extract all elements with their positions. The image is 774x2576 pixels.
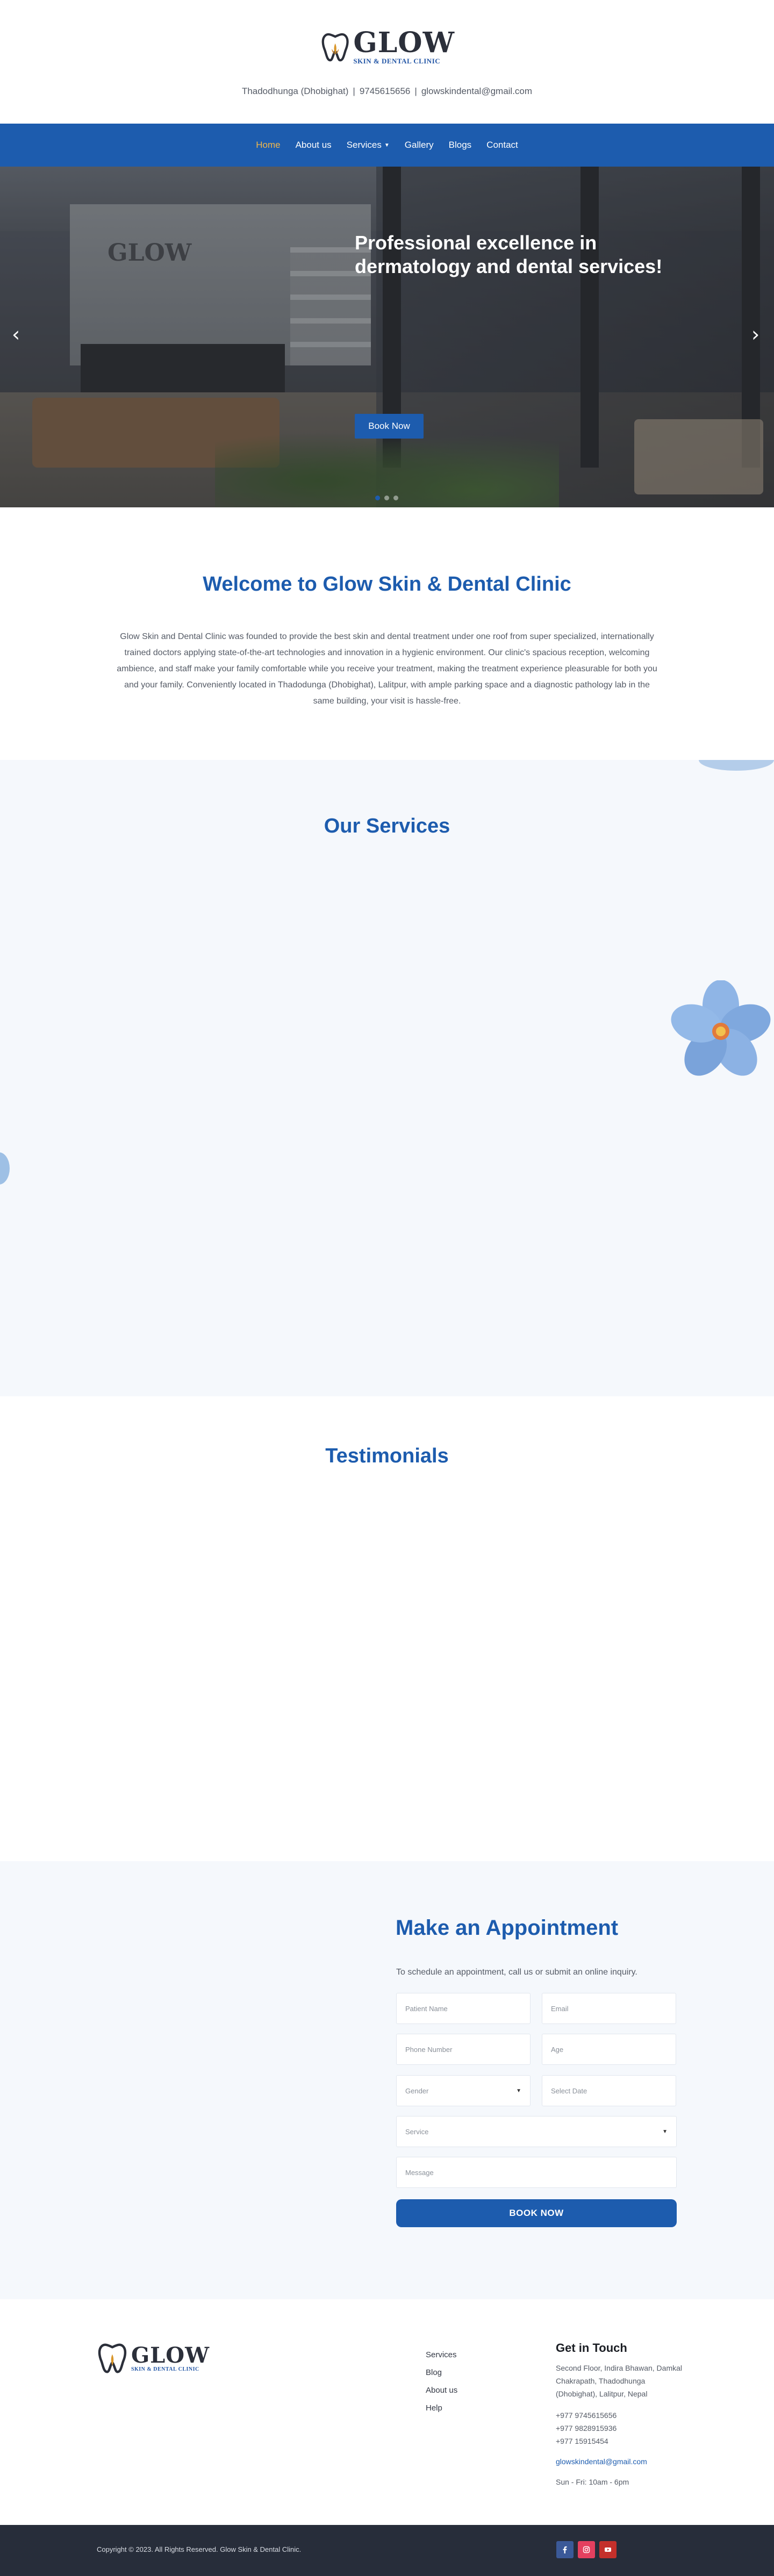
footer-brand-tagline: SKIN & DENTAL CLINIC: [131, 2366, 199, 2372]
appointment-section: Make an Appointment To schedule an appoi…: [0, 1861, 774, 2299]
tooth-logo-icon: [98, 2343, 127, 2373]
footer-address: Second Floor, Indira Bhawan, Damkal Chak…: [556, 2364, 683, 2398]
gender-select[interactable]: Gender ▼: [396, 2075, 531, 2106]
email-placeholder: Email: [551, 2004, 569, 2013]
dropdown-arrow-icon: ▼: [662, 2128, 668, 2135]
brand-name: GLOW: [353, 26, 455, 59]
main-nav: Home About us Services ▼ Gallery Blogs Co…: [0, 124, 774, 167]
footer-phone[interactable]: +977 9828915936: [556, 2422, 685, 2435]
age-placeholder: Age: [551, 2045, 564, 2054]
footer-brand-name: GLOW: [131, 2342, 210, 2368]
service-placeholder: Service: [405, 2127, 429, 2136]
nav-services-label: Services: [346, 140, 382, 150]
nav-home-label: Home: [256, 140, 281, 150]
header-address: Thadodhunga (Dhobighat): [241, 86, 349, 96]
footer-hours: Sun - Fri: 10am - 6pm: [556, 2478, 629, 2486]
flower-petal-decoration: [699, 760, 774, 771]
nav-services[interactable]: Services ▼: [347, 140, 390, 150]
hero-heading: Professional excellence in dermatology a…: [355, 232, 663, 277]
flower-petal-decoration: [0, 1152, 10, 1185]
footer-logo[interactable]: GLOW SKIN & DENTAL CLINIC: [97, 2341, 210, 2376]
dropdown-arrow-icon: ▼: [516, 2087, 521, 2094]
slider-dots: [375, 496, 398, 500]
welcome-body: Glow Skin and Dental Clinic was founded …: [117, 632, 657, 706]
header-email[interactable]: glowskindental@gmail.com: [421, 86, 532, 96]
testimonials-section: Testimonials: [0, 1396, 774, 1861]
nav-gallery[interactable]: Gallery: [405, 140, 434, 150]
footer-link-blog[interactable]: Blog: [426, 2368, 457, 2377]
footer-links: Services Blog About us Help: [426, 2350, 457, 2413]
chevron-right-icon[interactable]: ›: [751, 322, 759, 346]
nav-about[interactable]: About us: [296, 140, 332, 150]
get-in-touch-title: Get in Touch: [556, 2341, 627, 2355]
separator: |: [414, 86, 417, 96]
date-placeholder: Select Date: [551, 2086, 587, 2095]
footer-phone[interactable]: +977 15915454: [556, 2435, 685, 2448]
site-footer: GLOW SKIN & DENTAL CLINIC Services Blog …: [0, 2299, 774, 2525]
message-placeholder: Message: [405, 2168, 434, 2177]
hero-slider: GLOW Professional excellence in dermatol…: [0, 167, 774, 507]
services-title: Our Services: [324, 815, 450, 837]
patient-name-placeholder: Patient Name: [405, 2004, 448, 2013]
separator: |: [353, 86, 355, 96]
nav-about-label: About us: [295, 140, 332, 150]
date-field[interactable]: Select Date: [542, 2075, 676, 2106]
instagram-icon[interactable]: [578, 2541, 595, 2558]
appointment-subtitle: To schedule an appointment, call us or s…: [396, 1968, 637, 1977]
nav-contact[interactable]: Contact: [486, 140, 518, 150]
footer-link-about[interactable]: About us: [426, 2386, 457, 2395]
nav-gallery-label: Gallery: [404, 140, 434, 150]
footer-link-services[interactable]: Services: [426, 2350, 457, 2359]
flower-decoration-icon: [671, 980, 771, 1076]
copyright: Copyright © 2023. All Rights Reserved. G…: [97, 2545, 302, 2553]
email-field[interactable]: Email: [542, 1993, 676, 2024]
phone-placeholder: Phone Number: [405, 2045, 453, 2054]
gender-placeholder: Gender: [405, 2086, 429, 2095]
brand-text: GLOW SKIN & DENTAL CLINIC: [353, 29, 455, 66]
testimonials-title: Testimonials: [325, 1445, 449, 1467]
phone-field[interactable]: Phone Number: [396, 2034, 531, 2065]
nav-blogs[interactable]: Blogs: [449, 140, 472, 150]
message-field[interactable]: Message: [396, 2157, 677, 2188]
footer-email[interactable]: glowskindental@gmail.com: [556, 2457, 685, 2466]
welcome-section: Welcome to Glow Skin & Dental Clinic Glo…: [0, 507, 774, 760]
nav-contact-label: Contact: [486, 140, 518, 150]
welcome-title: Welcome to Glow Skin & Dental Clinic: [203, 573, 571, 595]
tooth-logo-icon: [321, 33, 349, 62]
chevron-down-icon: ▼: [384, 142, 390, 148]
patient-name-field[interactable]: Patient Name: [396, 1993, 531, 2024]
book-now-button[interactable]: Book Now: [355, 414, 424, 439]
slider-dot[interactable]: [375, 496, 380, 500]
slider-dot[interactable]: [384, 496, 389, 500]
footer-brand-text: GLOW SKIN & DENTAL CLINIC: [131, 2342, 210, 2372]
book-now-submit-button[interactable]: BOOK NOW: [396, 2199, 677, 2227]
service-select[interactable]: Service ▼: [396, 2116, 677, 2147]
get-in-touch: Get in Touch Second Floor, Indira Bhawan…: [556, 2341, 685, 2486]
facebook-icon[interactable]: [556, 2541, 574, 2558]
nav-blogs-label: Blogs: [448, 140, 472, 150]
nav-home[interactable]: Home: [256, 140, 280, 150]
bottom-bar: Copyright © 2023. All Rights Reserved. G…: [0, 2525, 774, 2576]
header-contact: Thadodhunga (Dhobighat) | 9745615656 | glows…: [0, 86, 774, 97]
age-field[interactable]: Age: [542, 2034, 676, 2065]
hero-overlay: [0, 167, 774, 507]
brand-logo[interactable]: GLOW SKIN & DENTAL CLINIC: [320, 26, 455, 69]
site-header: GLOW SKIN & DENTAL CLINIC Thadodhunga (D…: [0, 0, 774, 124]
footer-link-help[interactable]: Help: [426, 2403, 457, 2413]
header-phone[interactable]: 9745615656: [360, 86, 411, 96]
chevron-left-icon[interactable]: ‹: [12, 322, 20, 346]
footer-phone[interactable]: +977 9745615656: [556, 2409, 685, 2422]
appointment-title: Make an Appointment: [396, 1916, 619, 1940]
youtube-icon[interactable]: [599, 2541, 617, 2558]
slider-dot[interactable]: [393, 496, 398, 500]
social-links: [556, 2541, 617, 2558]
services-section: Our Services: [0, 760, 774, 1396]
brand-tagline: SKIN & DENTAL CLINIC: [353, 57, 441, 65]
